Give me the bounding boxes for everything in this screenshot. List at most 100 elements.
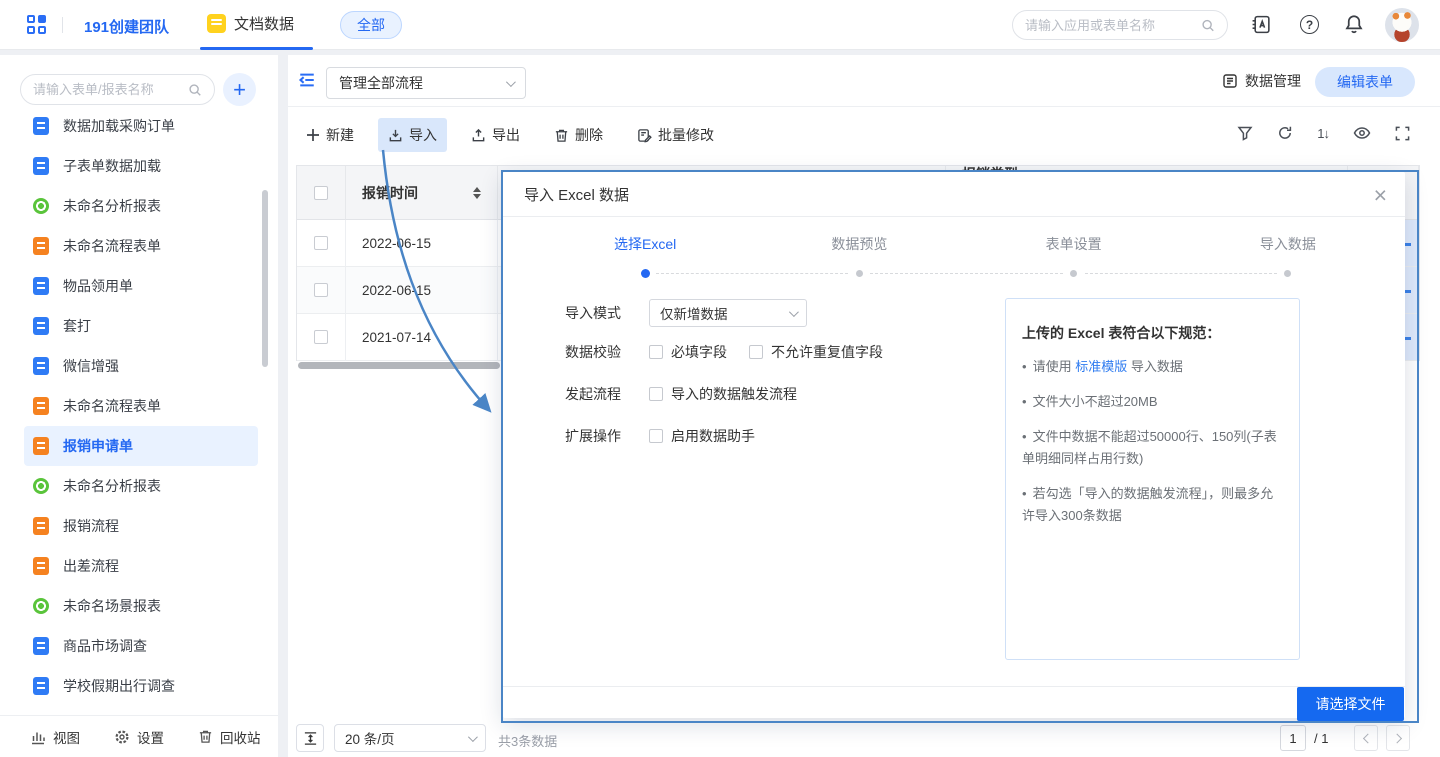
import-download-icon — [388, 128, 403, 143]
delete-button[interactable]: 删除 — [544, 118, 613, 152]
page-total: / 1 — [1314, 731, 1328, 746]
import-mode-select[interactable]: 仅新增数据 — [649, 299, 807, 327]
row-checkbox[interactable] — [314, 236, 328, 250]
global-search-input[interactable] — [1025, 18, 1201, 33]
checkbox[interactable] — [649, 387, 663, 401]
row-height-button[interactable] — [296, 724, 324, 752]
tab-document-data[interactable]: 文档数据 — [207, 13, 294, 34]
sidebar-form-item[interactable]: 报销流程 — [24, 506, 258, 546]
edit-form-button[interactable]: 编辑表单 — [1315, 67, 1415, 97]
total-count: 共3条数据 — [498, 731, 557, 750]
page-number-input[interactable] — [1280, 725, 1306, 751]
trash-icon — [554, 128, 569, 143]
checkbox[interactable] — [749, 345, 763, 359]
no-duplicate-option[interactable]: 不允许重复值字段 — [749, 342, 883, 362]
refresh-icon[interactable] — [1277, 125, 1293, 141]
form-item-label: 未命名分析报表 — [63, 196, 161, 216]
export-upload-icon — [471, 128, 486, 143]
team-name[interactable]: 191创建团队 — [84, 16, 169, 37]
row-height-icon — [303, 731, 318, 746]
import-form: 导入模式 仅新增数据 数据校验 必填字段 不允许重复值字段 发起流程 — [565, 299, 995, 468]
sidebar-form-item[interactable]: 微信增强 — [24, 346, 258, 386]
sidebar-search[interactable] — [20, 74, 215, 105]
sidebar-form-item[interactable]: 商品市场调查 — [24, 626, 258, 666]
form-list: 数据加载采购订单 子表单数据加载 未命名分析报表 未命名流程表单 物品领用单 套… — [8, 106, 270, 715]
form-icon — [33, 478, 49, 494]
form-item-label: 套打 — [63, 316, 91, 336]
recycle-label: 回收站 — [220, 727, 261, 747]
flow-scope-select[interactable]: 管理全部流程 — [326, 67, 526, 99]
address-book-icon[interactable] — [1251, 14, 1272, 35]
sidebar-form-item[interactable]: 未命名分析报表 — [24, 466, 258, 506]
new-record-button[interactable]: 新建 — [296, 118, 364, 152]
flow-scope-value: 管理全部流程 — [339, 73, 423, 93]
sidebar-form-item[interactable]: 未命名场景报表 — [24, 586, 258, 626]
spec-bullet-template: •请使用 标准模版 导入数据 — [1022, 356, 1283, 378]
prev-page-button[interactable] — [1354, 725, 1378, 751]
settings-button[interactable]: 设置 — [114, 727, 164, 747]
sort-arrows-icon[interactable] — [473, 187, 481, 199]
data-manage-label: 数据管理 — [1245, 71, 1301, 91]
sidebar-form-item[interactable]: 出差流程 — [24, 546, 258, 586]
sidebar-form-item[interactable] — [24, 706, 258, 715]
column-header-time[interactable]: 报销时间 — [346, 166, 498, 220]
user-avatar[interactable] — [1385, 8, 1419, 42]
sort-order-icon[interactable]: 1↓ — [1317, 126, 1329, 141]
search-icon — [188, 83, 202, 97]
sidebar-form-item[interactable]: 物品领用单 — [24, 266, 258, 306]
data-manage-button[interactable]: 数据管理 — [1222, 71, 1301, 91]
sidebar-form-item[interactable]: 数据加载采购订单 — [24, 106, 258, 146]
batch-edit-button[interactable]: 批量修改 — [627, 118, 724, 152]
checkbox[interactable] — [649, 345, 663, 359]
form-item-label: 报销申请单 — [63, 436, 133, 456]
eye-icon[interactable] — [1353, 125, 1371, 141]
close-icon[interactable]: × — [1370, 180, 1391, 211]
choose-file-button[interactable]: 请选择文件 — [1297, 687, 1404, 721]
sidebar-form-item[interactable]: 学校假期出行调查 — [24, 666, 258, 706]
form-icon — [33, 117, 49, 135]
form-icon — [33, 317, 49, 335]
import-excel-modal: 导入 Excel 数据 × 选择Excel 数据预览 表单设置 导入数据 导入模… — [503, 172, 1405, 718]
add-form-button[interactable]: + — [223, 73, 256, 106]
help-icon[interactable]: ? — [1300, 15, 1319, 34]
filter-icon[interactable] — [1237, 125, 1253, 141]
form-icon — [33, 437, 49, 455]
tab-label: 文档数据 — [234, 13, 294, 34]
horizontal-scrollbar[interactable] — [298, 362, 500, 369]
spec-bullet-flow: •若勾选「导入的数据触发流程」，则最多允许导入300条数据 — [1022, 483, 1283, 527]
bar-chart-icon — [30, 729, 46, 745]
recycle-bin-button[interactable]: 回收站 — [198, 727, 261, 747]
import-button[interactable]: 导入 — [378, 118, 447, 152]
modal-title: 导入 Excel 数据 — [503, 172, 1405, 217]
sidebar-form-item[interactable]: 未命名分析报表 — [24, 186, 258, 226]
fullscreen-icon[interactable] — [1395, 126, 1410, 141]
sidebar-search-input[interactable] — [33, 82, 188, 97]
trigger-flow-option[interactable]: 导入的数据触发流程 — [649, 384, 797, 404]
flow-toolbar: 管理全部流程 数据管理 编辑表单 — [288, 55, 1440, 107]
scope-all-pill[interactable]: 全部 — [340, 11, 402, 39]
gear-icon — [114, 729, 130, 745]
views-button[interactable]: 视图 — [30, 727, 80, 747]
spec-title: 上传的 Excel 表符合以下规范： — [1022, 323, 1283, 343]
standard-template-link[interactable]: 标准模版 — [1075, 359, 1127, 374]
required-field-option[interactable]: 必填字段 — [649, 342, 727, 362]
collapse-sidebar-icon[interactable] — [298, 71, 316, 89]
select-all-checkbox[interactable] — [314, 186, 328, 200]
apps-grid-icon[interactable] — [27, 15, 48, 36]
spec-bullet-size: •文件大小不超过20MB — [1022, 391, 1283, 413]
checkbox[interactable] — [649, 429, 663, 443]
sidebar-form-item[interactable]: 套打 — [24, 306, 258, 346]
data-assistant-option[interactable]: 启用数据助手 — [649, 426, 755, 446]
sidebar-form-item[interactable]: 报销申请单 — [24, 426, 258, 466]
sidebar-scrollbar[interactable] — [262, 190, 268, 367]
page-size-value: 20 条/页 — [345, 728, 395, 748]
global-search[interactable] — [1012, 10, 1228, 40]
next-page-button[interactable] — [1386, 725, 1410, 751]
page-size-select[interactable]: 20 条/页 — [334, 724, 486, 752]
sidebar-form-item[interactable]: 子表单数据加载 — [24, 146, 258, 186]
row-checkbox[interactable] — [314, 283, 328, 297]
row-checkbox[interactable] — [314, 330, 328, 344]
sidebar-form-item[interactable]: 未命名流程表单 — [24, 386, 258, 426]
export-button[interactable]: 导出 — [461, 118, 530, 152]
sidebar-form-item[interactable]: 未命名流程表单 — [24, 226, 258, 266]
